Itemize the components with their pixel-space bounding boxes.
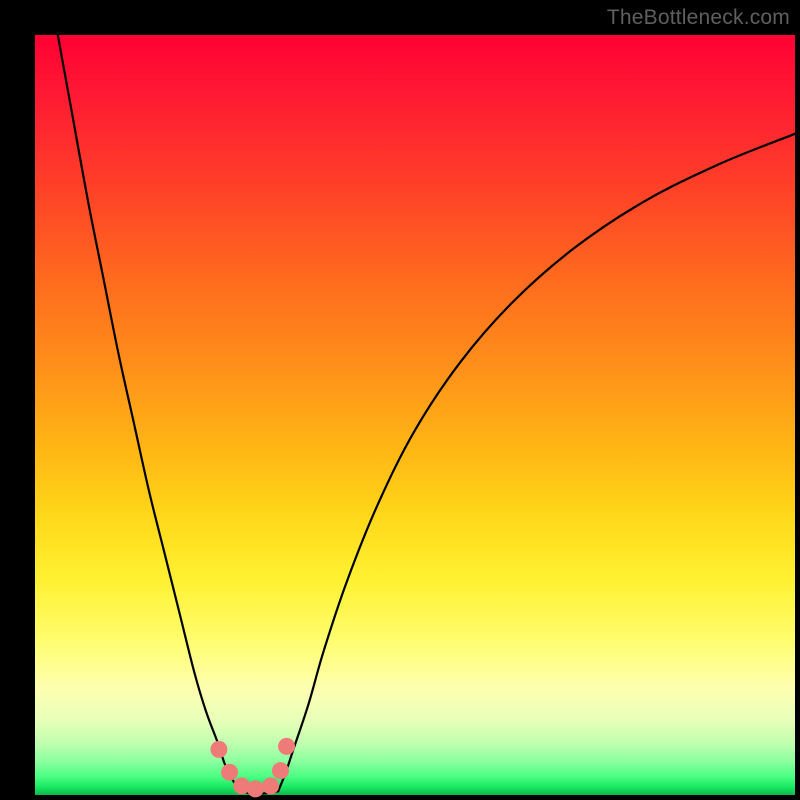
chart-frame: TheBottleneck.com: [0, 0, 800, 800]
data-marker: [272, 762, 289, 779]
data-marker: [247, 780, 264, 797]
data-marker: [278, 738, 295, 755]
chart-svg: [35, 35, 795, 795]
data-marker: [210, 741, 227, 758]
left-curve: [58, 35, 240, 791]
data-marker: [262, 777, 279, 794]
data-marker: [221, 764, 238, 781]
right-curve: [278, 134, 795, 791]
curve-layer: [58, 35, 795, 794]
marker-layer: [210, 738, 295, 798]
plot-area: [35, 35, 795, 795]
watermark-text: TheBottleneck.com: [607, 6, 790, 30]
